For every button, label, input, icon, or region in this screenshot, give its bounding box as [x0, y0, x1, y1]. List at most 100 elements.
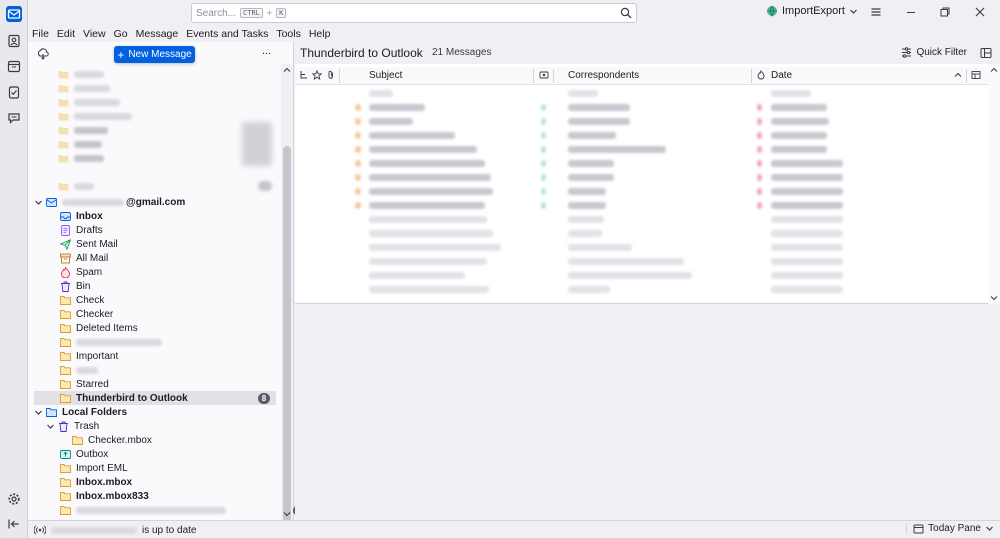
global-search-input[interactable]: Search... CTRL + K [191, 3, 637, 23]
folder-pane-more-icon[interactable]: ... [262, 45, 271, 57]
importexport-app-menu[interactable]: ImportExport [766, 5, 858, 17]
today-pane-button[interactable]: Today Pane [906, 523, 994, 534]
blurred-folder[interactable] [58, 151, 312, 165]
folder-label: Import EML [76, 462, 128, 474]
message-list-scrollbar[interactable] [988, 64, 1000, 304]
blurred-folder[interactable] [58, 179, 312, 193]
message-row[interactable] [295, 170, 988, 184]
folder-label: Trash [74, 420, 100, 432]
hamburger-menu-icon[interactable] [870, 6, 882, 18]
minimize-icon[interactable] [905, 6, 917, 18]
scrollbar-thumb[interactable] [283, 146, 291, 526]
folder-bin[interactable]: Bin [60, 279, 314, 293]
junk-status-column-icon[interactable] [756, 70, 766, 80]
message-row[interactable] [295, 212, 988, 226]
calendar-icon[interactable] [6, 58, 22, 74]
menu-events-and-tasks[interactable]: Events and Tasks [182, 27, 272, 42]
scroll-down-icon[interactable] [283, 510, 291, 518]
message-row[interactable] [295, 114, 988, 128]
column-header-row: Subject Correspondents Date [295, 67, 1000, 85]
online-status-icon[interactable] [34, 524, 46, 536]
folder-drafts[interactable]: Drafts [60, 223, 314, 237]
message-row[interactable] [295, 100, 988, 114]
folder-pane-scrollbar[interactable] [281, 64, 293, 526]
folder-check[interactable]: Check [60, 293, 314, 307]
blurred-folder[interactable] [58, 67, 312, 81]
message-row[interactable] [295, 86, 988, 100]
folder-trash[interactable]: Trash [46, 419, 300, 433]
quick-filter-button[interactable]: Quick Filter [901, 47, 967, 58]
chat-icon[interactable] [6, 110, 22, 126]
folder-spam[interactable]: Spam [60, 265, 314, 279]
message-row[interactable] [295, 198, 988, 212]
search-icon[interactable] [620, 7, 632, 19]
new-message-button[interactable]: + New Message [114, 46, 195, 63]
blurred-folder[interactable] [60, 363, 314, 377]
blurred-folder[interactable] [58, 123, 312, 137]
menu-tools[interactable]: Tools [272, 27, 305, 42]
folder-sent-mail[interactable]: Sent Mail [60, 237, 314, 251]
message-row[interactable] [295, 128, 988, 142]
get-messages-icon[interactable] [37, 48, 49, 60]
blurred-folder[interactable] [60, 335, 314, 349]
folder-deleted-items[interactable]: Deleted Items [60, 321, 314, 335]
thread-column-icon[interactable] [299, 70, 309, 80]
account-local-folders[interactable]: Local Folders [34, 405, 288, 419]
folder-thunderbird-to-outlook[interactable]: Thunderbird to Outlook 8 [34, 391, 276, 405]
folder-import-eml[interactable]: Import EML [60, 461, 314, 475]
sort-ascending-icon[interactable] [953, 70, 963, 80]
folder-icon [60, 365, 71, 375]
column-correspondents[interactable]: Correspondents [568, 70, 639, 81]
column-date[interactable]: Date [771, 70, 792, 81]
read-status-column-icon[interactable] [539, 70, 549, 80]
message-row[interactable] [295, 156, 988, 170]
menu-help[interactable]: Help [305, 27, 335, 42]
message-row[interactable] [295, 226, 988, 240]
tasks-icon[interactable] [6, 84, 22, 100]
address-book-icon[interactable] [6, 33, 22, 49]
folder-label: Important [76, 350, 119, 362]
blurred-folder[interactable] [58, 137, 312, 151]
blurred-folder[interactable] [58, 109, 312, 123]
scroll-up-icon[interactable] [990, 66, 998, 74]
menu-go[interactable]: Go [110, 27, 132, 42]
blurred-folder[interactable] [58, 95, 312, 109]
menu-message[interactable]: Message [132, 27, 183, 42]
star-column-icon[interactable] [312, 70, 322, 80]
folder-inbox-mbox[interactable]: Inbox.mbox 8 [60, 475, 314, 489]
close-icon[interactable] [974, 6, 986, 18]
folder-label: Checker.mbox [88, 434, 152, 446]
folder-inbox[interactable]: Inbox 4 [60, 209, 314, 223]
settings-gear-icon[interactable] [6, 491, 22, 507]
folder-starred[interactable]: Starred [60, 377, 314, 391]
message-row[interactable] [295, 240, 988, 254]
restore-icon[interactable] [939, 6, 951, 18]
menu-view[interactable]: View [79, 27, 110, 42]
folder-important[interactable]: Important [60, 349, 314, 363]
message-row[interactable] [295, 282, 988, 296]
folder-icon [60, 323, 71, 333]
blurred-folder[interactable] [58, 81, 312, 95]
menu-file[interactable]: File [28, 27, 53, 42]
scroll-down-icon[interactable] [990, 294, 998, 302]
message-row[interactable] [295, 254, 988, 268]
message-row[interactable] [295, 268, 988, 282]
folder-outbox[interactable]: Outbox [60, 447, 314, 461]
display-options-icon[interactable] [980, 47, 992, 59]
scroll-up-icon[interactable] [283, 66, 291, 74]
message-row[interactable] [295, 142, 988, 156]
account-gmail[interactable]: @gmail.com [34, 195, 288, 209]
collapse-spaces-icon[interactable] [6, 516, 22, 532]
chevron-down-icon [35, 410, 42, 415]
folder-all-mail[interactable]: All Mail [60, 251, 314, 265]
mail-space-icon[interactable] [6, 6, 22, 22]
column-subject[interactable]: Subject [369, 70, 402, 81]
attachment-column-icon[interactable] [326, 70, 336, 80]
menu-edit[interactable]: Edit [53, 27, 79, 42]
folder-checker[interactable]: Checker [60, 307, 314, 321]
column-picker-icon[interactable] [971, 70, 981, 80]
message-row[interactable] [295, 184, 988, 198]
quick-filter-label: Quick Filter [916, 47, 967, 58]
folder-inbox-mbox833[interactable]: Inbox.mbox833 3 [60, 489, 314, 503]
blurred-folder[interactable]: 32 [60, 503, 314, 517]
